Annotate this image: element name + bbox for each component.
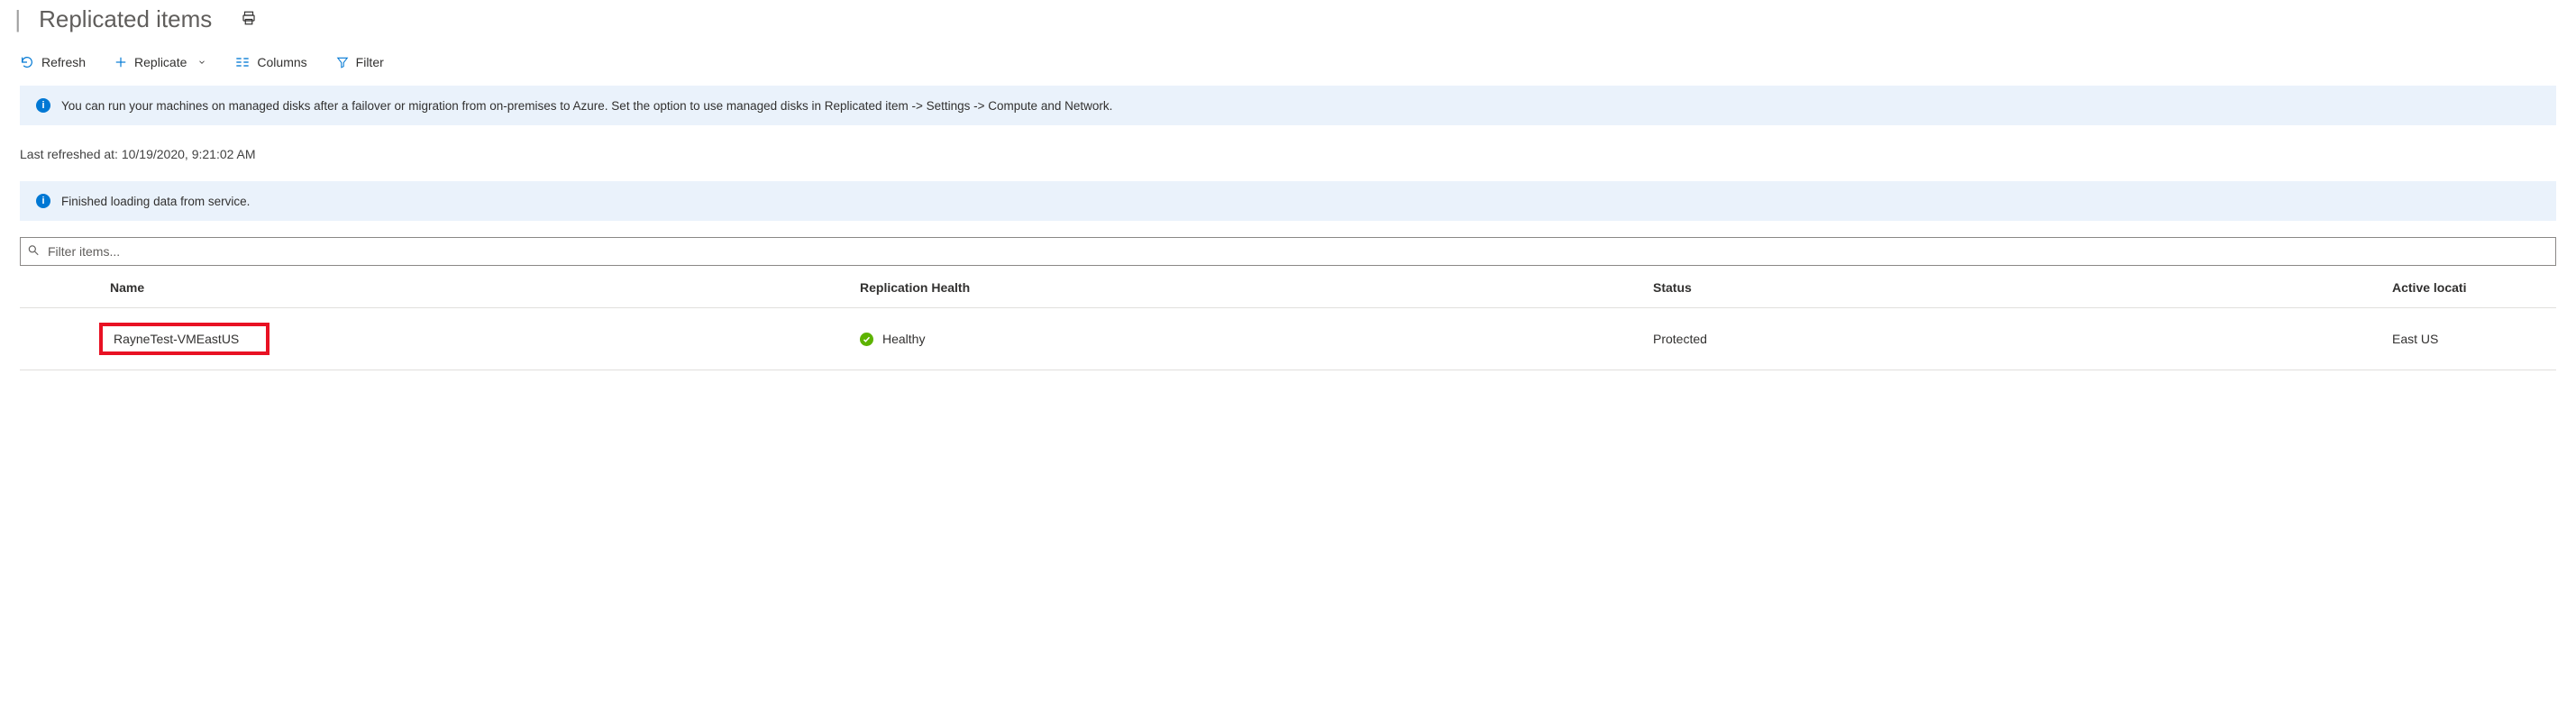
replication-health-value: Healthy [882,332,925,346]
loading-status-banner: i Finished loading data from service. [20,181,2556,221]
chevron-down-icon [197,55,206,69]
loading-status-text: Finished loading data from service. [61,195,250,208]
last-refreshed-label: Last refreshed at: [20,147,118,161]
managed-disks-info-banner: i You can run your machines on managed d… [20,86,2556,125]
info-icon: i [36,194,50,208]
refresh-button[interactable]: Refresh [20,55,86,69]
column-header-name[interactable]: Name [20,266,849,308]
last-refreshed-value: 10/19/2020, 9:21:02 AM [122,147,256,161]
command-bar: Refresh Replicate [20,50,2556,86]
replication-health-cell: Healthy [860,332,1631,346]
page-header: stUS | Replicated items [0,0,2576,50]
filter-icon [336,56,349,68]
status-value: Protected [1653,332,1707,346]
columns-label: Columns [257,55,306,69]
refresh-label: Refresh [41,55,86,69]
last-refreshed: Last refreshed at: 10/19/2020, 9:21:02 A… [20,141,2556,181]
replicate-label: Replicate [134,55,187,69]
info-icon: i [36,98,50,113]
replicate-button[interactable]: Replicate [114,55,206,69]
page-title: Replicated items [39,5,212,33]
item-name[interactable]: RayneTest-VMEastUS [114,332,239,346]
item-name-highlight: RayneTest-VMEastUS [99,323,269,355]
columns-button[interactable]: Columns [235,55,306,69]
filter-label: Filter [356,55,384,69]
filter-button[interactable]: Filter [336,55,384,69]
search-icon [27,244,40,260]
filter-items-input[interactable] [20,237,2556,266]
healthy-icon [860,333,873,346]
table-row[interactable]: RayneTest-VMEastUS Healthy [20,308,2556,370]
column-header-status[interactable]: Status [1642,266,2381,308]
title-separator: | [14,5,21,33]
column-header-replication-health[interactable]: Replication Health [849,266,1642,308]
columns-icon [235,56,250,68]
plus-icon [114,56,127,68]
active-location-value: East US [2392,332,2438,346]
table-header-row: Name Replication Health Status Active lo… [20,266,2556,308]
filter-items-row [20,237,2556,266]
refresh-icon [20,55,34,69]
column-header-active-location[interactable]: Active locati [2381,266,2556,308]
managed-disks-info-text: You can run your machines on managed dis… [61,99,1112,113]
print-icon[interactable] [241,10,257,29]
replicated-items-table: Name Replication Health Status Active lo… [20,266,2556,370]
